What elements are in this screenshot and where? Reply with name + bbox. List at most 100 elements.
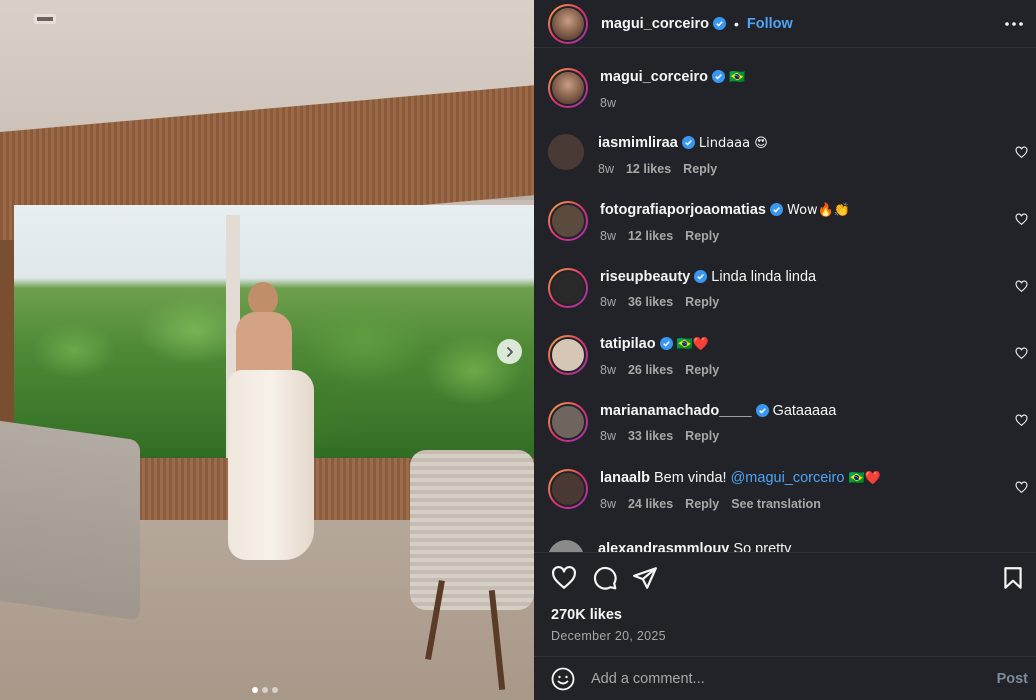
comment-age: 8w xyxy=(600,429,616,443)
image-bed xyxy=(0,419,140,621)
comment-likes[interactable]: 12 likes xyxy=(626,160,671,178)
comment-text: Gataaaaa xyxy=(772,403,837,419)
verified-badge-icon xyxy=(755,404,769,417)
comment-likes[interactable]: 24 likes xyxy=(628,495,673,513)
comment-text: Bem vinda! xyxy=(654,470,727,486)
more-options-button[interactable] xyxy=(1004,14,1024,34)
image-armchair xyxy=(410,450,534,610)
post-dialog: magui_corceiro • Follow magui_corceiro 🇧… xyxy=(0,0,1036,700)
image-person-head xyxy=(248,282,278,316)
heart-icon[interactable] xyxy=(1015,347,1028,360)
heart-icon[interactable] xyxy=(1015,280,1028,293)
comment-likes[interactable]: 36 likes xyxy=(628,293,673,311)
reply-button[interactable]: Reply xyxy=(685,227,719,245)
comment-avatar[interactable] xyxy=(548,469,588,509)
comment-age: 8w xyxy=(600,363,616,377)
image-ceiling-light xyxy=(34,14,56,24)
share-icon[interactable] xyxy=(632,565,658,591)
comment-row: fotografiaporjoaomatias Wow🔥👏 8w 12 like… xyxy=(548,201,1028,245)
comment-username[interactable]: riseupbeauty xyxy=(600,269,690,285)
verified-badge-icon xyxy=(769,203,783,216)
carousel-dot xyxy=(262,687,268,693)
verified-badge-icon xyxy=(659,337,673,350)
post-date: December 20, 2025 xyxy=(551,629,666,643)
author-avatar[interactable] xyxy=(548,3,588,44)
post-image[interactable] xyxy=(0,0,534,700)
comment-input[interactable] xyxy=(591,670,997,687)
author-username[interactable]: magui_corceiro xyxy=(601,16,709,32)
comment-text: Linda linda linda xyxy=(711,269,817,285)
chevron-right-icon xyxy=(506,346,513,357)
comment-text: Lindaaa 😍 xyxy=(698,136,768,151)
mention-link[interactable]: @magui_corceiro xyxy=(731,470,845,486)
carousel-dot xyxy=(252,687,258,693)
comment-username[interactable]: fotografiaporjoaomatias xyxy=(600,202,766,218)
verified-badge-icon xyxy=(681,136,695,149)
comment-username[interactable]: iasmimliraa xyxy=(598,135,678,151)
comment-username[interactable]: alexandrasmmlouy xyxy=(598,541,729,552)
comment-username[interactable]: marianamachado____ xyxy=(600,403,752,419)
comment-username[interactable]: lanaalb xyxy=(600,470,650,486)
caption-text: 🇧🇷 xyxy=(729,70,746,85)
heart-icon[interactable] xyxy=(1015,414,1028,427)
comment-icon[interactable] xyxy=(592,565,618,591)
comment-age: 8w xyxy=(600,295,616,309)
comment-likes[interactable]: 12 likes xyxy=(628,227,673,245)
comment-row: lanaalb Bem vinda! @magui_corceiro 🇧🇷❤️ … xyxy=(548,469,1028,513)
reply-button[interactable]: Reply xyxy=(685,361,719,379)
carousel-dot xyxy=(272,687,278,693)
follow-button[interactable]: Follow xyxy=(747,16,793,32)
comment-row: riseupbeauty Linda linda linda 8w 36 lik… xyxy=(548,268,1028,311)
heart-icon[interactable] xyxy=(1015,481,1028,494)
carousel-next-button[interactable] xyxy=(497,339,522,364)
header-separator: • xyxy=(734,15,739,32)
reply-button[interactable]: Reply xyxy=(685,495,719,513)
likes-count[interactable]: 270K likes xyxy=(551,607,622,623)
comment-avatar[interactable] xyxy=(548,134,584,170)
comment-age: 8w xyxy=(598,162,614,176)
comment-row: marianamachado____ Gataaaaa 8w 33 likes … xyxy=(548,402,1028,445)
comment-age: 8w xyxy=(600,497,616,511)
post-comment-button[interactable]: Post xyxy=(997,671,1028,687)
comment-avatar[interactable] xyxy=(548,540,584,552)
bookmark-icon[interactable] xyxy=(1000,565,1026,591)
image-person-towel xyxy=(228,370,314,560)
comments-list[interactable]: magui_corceiro 🇧🇷 8w iasmimliraa Lindaaa… xyxy=(534,48,1036,552)
comment-composer: Post xyxy=(534,656,1036,700)
comment-text: So pretty xyxy=(733,541,792,552)
comment-avatar[interactable] xyxy=(548,402,588,442)
post-actions: 270K likes December 20, 2025 xyxy=(534,552,1036,656)
emoji-icon[interactable] xyxy=(551,667,575,691)
comment-likes[interactable]: 33 likes xyxy=(628,427,673,445)
carousel-indicator xyxy=(252,687,278,693)
comment-avatar[interactable] xyxy=(548,335,588,375)
comment-likes[interactable]: 26 likes xyxy=(628,361,673,379)
verified-badge-icon xyxy=(694,270,708,283)
comment-row: iasmimliraa Lindaaa 😍 8w 12 likes Reply xyxy=(548,134,1028,178)
comment-text: 🇧🇷❤️ xyxy=(676,337,709,352)
comment-row: alexandrasmmlouy So pretty xyxy=(548,540,1028,552)
verified-badge-icon xyxy=(712,70,725,83)
comment-text-emoji: 🇧🇷❤️ xyxy=(848,471,881,486)
comment-age: 8w xyxy=(600,229,616,243)
see-translation-button[interactable]: See translation xyxy=(731,495,821,513)
heart-icon[interactable] xyxy=(551,565,577,591)
heart-icon[interactable] xyxy=(1015,146,1028,159)
caption-row: magui_corceiro 🇧🇷 8w xyxy=(548,68,1028,112)
comment-row: tatipilao 🇧🇷❤️ 8w 26 likes Reply xyxy=(548,335,1028,379)
comment-text: Wow🔥👏 xyxy=(787,203,851,218)
post-side-panel: magui_corceiro • Follow magui_corceiro 🇧… xyxy=(534,0,1036,700)
caption-age: 8w xyxy=(600,96,616,110)
comment-avatar[interactable] xyxy=(548,201,588,241)
reply-button[interactable]: Reply xyxy=(685,293,719,311)
reply-button[interactable]: Reply xyxy=(683,160,717,178)
caption-username[interactable]: magui_corceiro xyxy=(600,69,708,85)
author-avatar[interactable] xyxy=(548,68,588,108)
post-header: magui_corceiro • Follow xyxy=(534,0,1036,48)
more-dots-icon xyxy=(1005,22,1023,26)
heart-icon[interactable] xyxy=(1015,213,1028,226)
verified-badge-icon xyxy=(713,17,726,30)
comment-username[interactable]: tatipilao xyxy=(600,336,656,352)
comment-avatar[interactable] xyxy=(548,268,588,308)
reply-button[interactable]: Reply xyxy=(685,427,719,445)
